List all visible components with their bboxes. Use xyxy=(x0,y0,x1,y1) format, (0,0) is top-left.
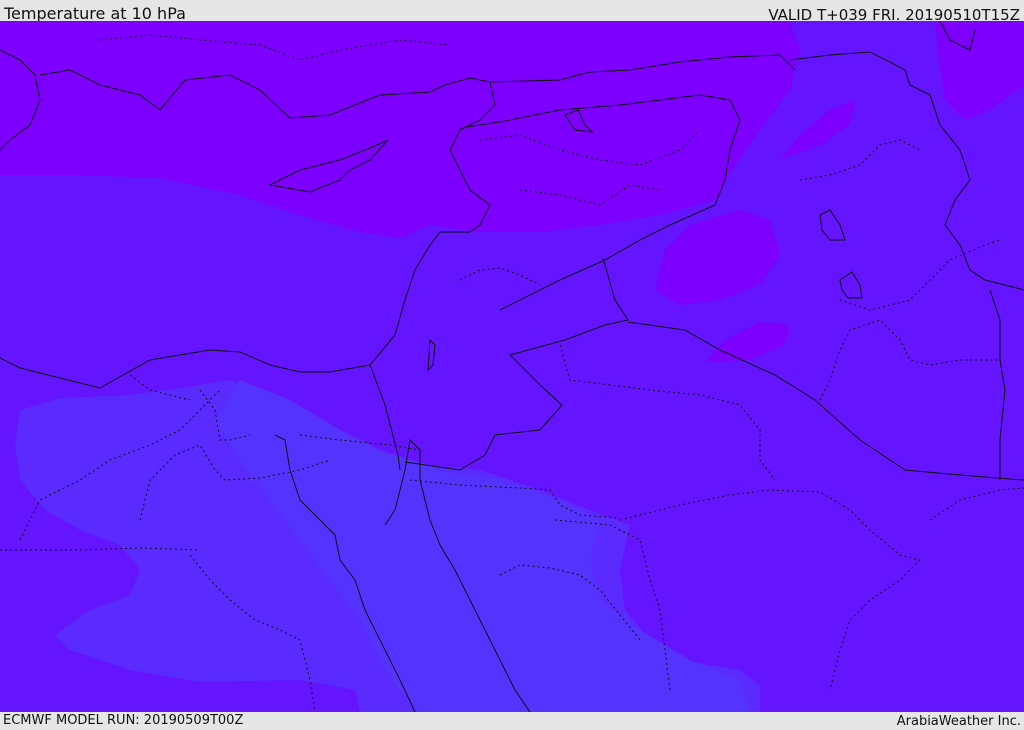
temperature-map xyxy=(0,21,1024,712)
model-run: ECMWF MODEL RUN: 20190509T00Z xyxy=(3,713,244,728)
map-canvas xyxy=(0,21,1024,712)
credit: ArabiaWeather Inc. xyxy=(896,714,1021,729)
map-footer: ECMWF MODEL RUN: 20190509T00Z ArabiaWeat… xyxy=(0,712,1024,729)
map-header: Temperature at 10 hPa VALID T+039 FRI. 2… xyxy=(0,0,1024,24)
